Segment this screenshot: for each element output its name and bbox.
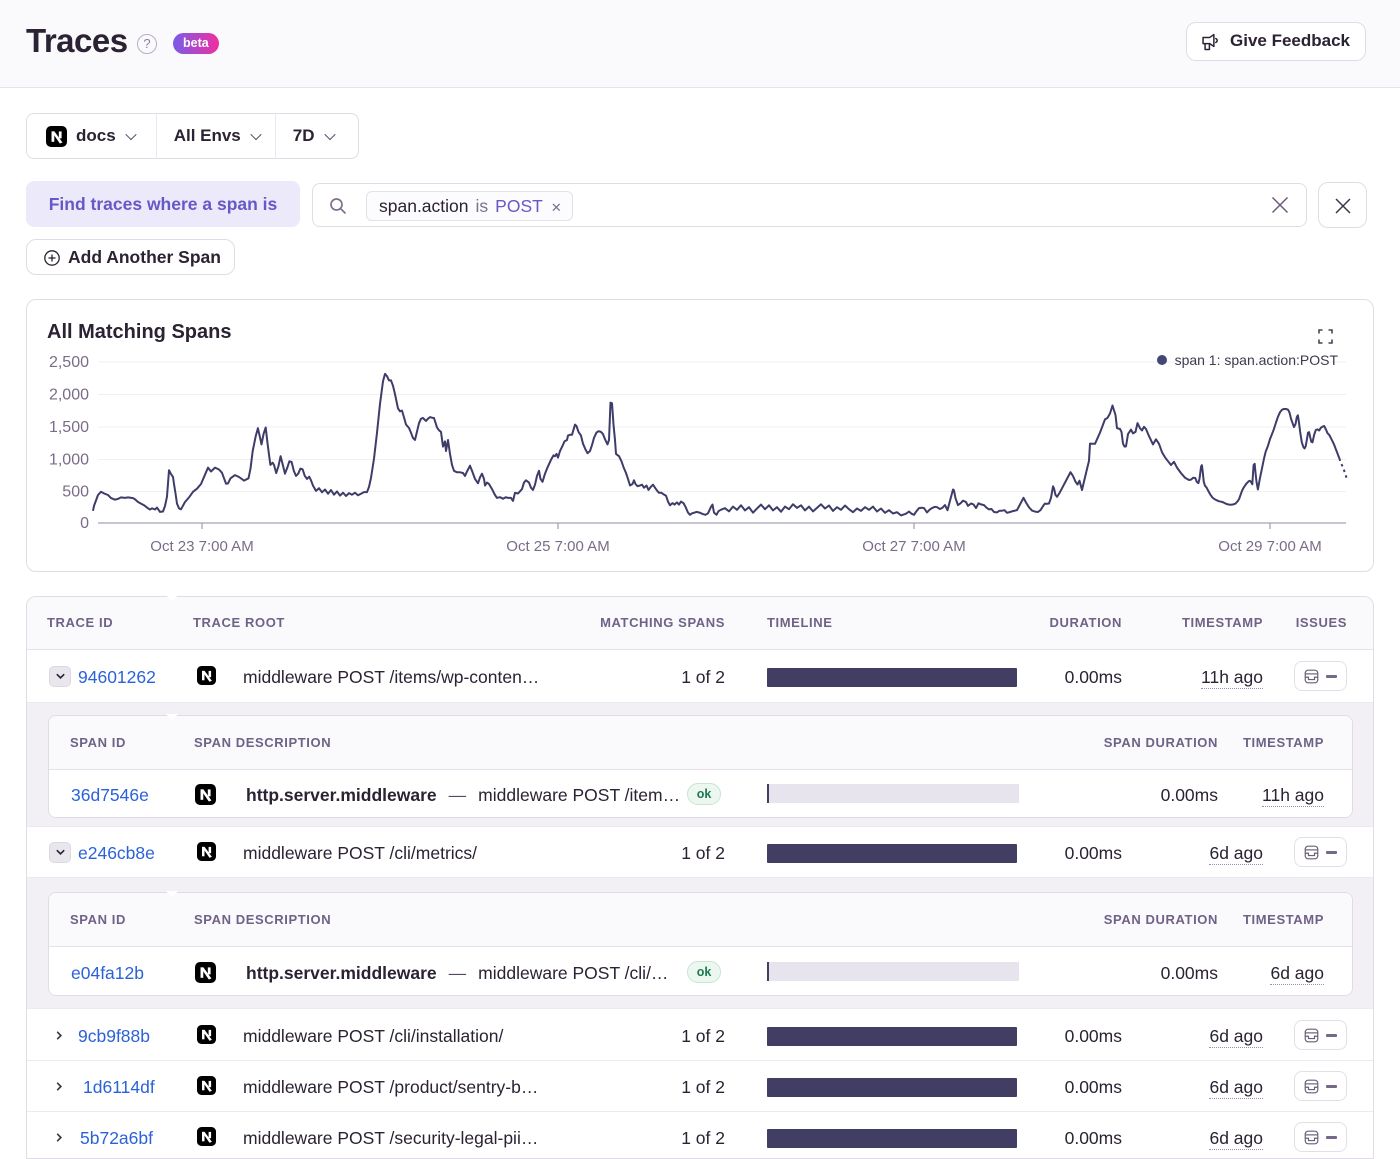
svg-text:0: 0: [80, 515, 89, 532]
svg-text:500: 500: [62, 484, 89, 501]
svg-text:2,000: 2,000: [49, 387, 89, 404]
svg-text:1,500: 1,500: [49, 419, 89, 436]
svg-text:Oct 29 7:00 AM: Oct 29 7:00 AM: [1218, 538, 1321, 555]
svg-text:2,500: 2,500: [49, 354, 89, 371]
svg-text:Oct 25 7:00 AM: Oct 25 7:00 AM: [506, 538, 609, 555]
svg-text:Oct 27 7:00 AM: Oct 27 7:00 AM: [862, 538, 965, 555]
svg-text:1,000: 1,000: [49, 452, 89, 469]
svg-text:Oct 23 7:00 AM: Oct 23 7:00 AM: [150, 538, 253, 555]
